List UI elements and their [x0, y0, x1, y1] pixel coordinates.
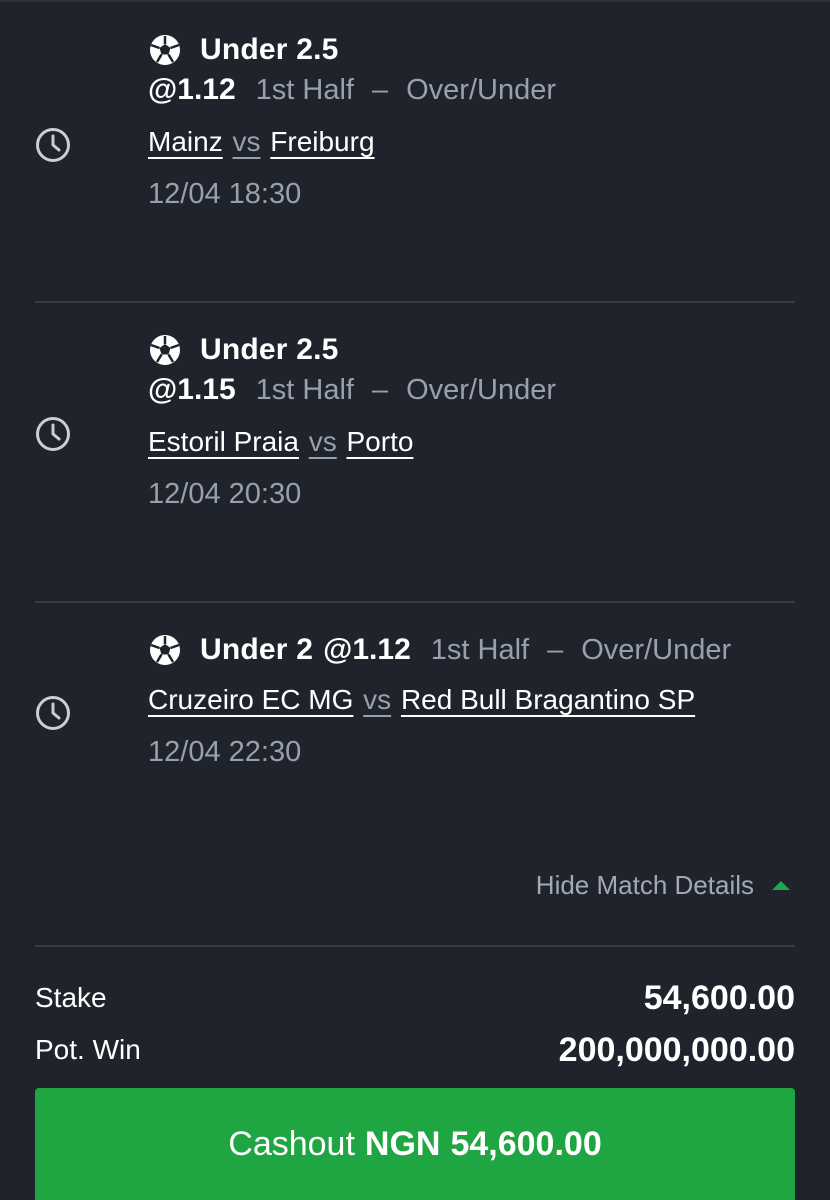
home-team[interactable]: Estoril Praia	[148, 426, 299, 457]
market-separator: –	[371, 73, 389, 106]
clock-icon	[36, 128, 70, 162]
market-period: 1st Half	[255, 73, 354, 106]
summary-divider	[35, 945, 795, 947]
away-team[interactable]: Red Bull Bragantino SP	[401, 684, 695, 715]
vs-label: vs	[363, 684, 392, 715]
match-time: 12/04 20:30	[148, 478, 302, 510]
hide-match-details-toggle[interactable]: Hide Match Details	[536, 870, 790, 901]
market-separator: –	[371, 373, 389, 406]
top-divider	[0, 0, 830, 2]
bet-pick-row: Under 2.5	[148, 30, 795, 70]
clock-icon	[36, 417, 70, 451]
bet-divider	[35, 601, 795, 603]
market-separator: –	[547, 633, 564, 666]
odds-value: @1.12	[148, 73, 236, 106]
hide-match-details-label: Hide Match Details	[535, 870, 754, 900]
cashout-button[interactable]: Cashout NGN 54,600.00	[35, 1088, 795, 1200]
bet-divider	[35, 301, 795, 303]
match-time: 12/04 22:30	[148, 736, 302, 768]
away-team[interactable]: Porto	[347, 426, 414, 457]
bet-item: Under 2.5 @1.15 1st Half – Over/Under Es…	[35, 330, 795, 580]
market-type: Over/Under	[406, 373, 557, 406]
cashout-label: Cashout	[228, 1124, 355, 1163]
bet-body: Under 2 @1.12 1st Half – Over/Under Cruz…	[148, 630, 795, 769]
bet-pick-row: Under 2.5	[148, 330, 795, 370]
bet-market-row: @1.15 1st Half – Over/Under	[148, 370, 795, 410]
bet-pick-row: Under 2 @1.12 1st Half – Over/Under	[148, 630, 795, 670]
bet-body: Under 2.5 @1.12 1st Half – Over/Under Ma…	[148, 30, 795, 211]
soccer-ball-icon	[150, 35, 180, 65]
market-type: Over/Under	[406, 73, 557, 106]
odds-value: @1.15	[148, 373, 236, 406]
match-time: 12/04 18:30	[148, 178, 302, 210]
caret-up-icon	[772, 881, 790, 890]
stake-value: 54,600.00	[643, 978, 795, 1017]
pot-win-label: Pot. Win	[35, 1034, 141, 1065]
soccer-ball-icon	[150, 335, 180, 365]
pick-label: Under 2.5	[200, 33, 339, 66]
cashout-currency: NGN	[364, 1124, 441, 1163]
match-teams[interactable]: Cruzeiro EC MG vs Red Bull Bragantino SP	[148, 684, 795, 716]
pick-label: Under 2.5	[200, 333, 339, 366]
away-team[interactable]: Freiburg	[270, 126, 374, 157]
home-team[interactable]: Mainz	[148, 126, 223, 157]
soccer-ball-icon	[150, 635, 180, 665]
pot-win-value: 200,000,000.00	[558, 1030, 795, 1069]
bet-market-row: @1.12 1st Half – Over/Under	[148, 70, 795, 110]
pot-win-row: Pot. Win 200,000,000.00	[35, 1027, 795, 1073]
pick-label: Under 2	[200, 633, 314, 666]
match-teams[interactable]: Mainz vs Freiburg	[148, 126, 795, 158]
vs-label: vs	[232, 126, 261, 157]
cashout-amount: 54,600.00	[450, 1124, 602, 1163]
home-team[interactable]: Cruzeiro EC MG	[148, 684, 353, 715]
bet-details-page: Under 2.5 @1.12 1st Half – Over/Under Ma…	[0, 0, 830, 1200]
stake-row: Stake 54,600.00	[35, 975, 795, 1021]
stake-label: Stake	[35, 982, 107, 1013]
odds-value: @1.12	[323, 633, 411, 666]
market-period: 1st Half	[430, 633, 530, 666]
bet-item: Under 2 @1.12 1st Half – Over/Under Cruz…	[35, 630, 795, 830]
clock-icon	[36, 696, 70, 730]
match-teams[interactable]: Estoril Praia vs Porto	[148, 426, 795, 458]
market-period: 1st Half	[255, 373, 354, 406]
bet-body: Under 2.5 @1.15 1st Half – Over/Under Es…	[148, 330, 795, 511]
vs-label: vs	[308, 426, 337, 457]
bet-item: Under 2.5 @1.12 1st Half – Over/Under Ma…	[35, 30, 795, 280]
market-type: Over/Under	[581, 633, 732, 666]
